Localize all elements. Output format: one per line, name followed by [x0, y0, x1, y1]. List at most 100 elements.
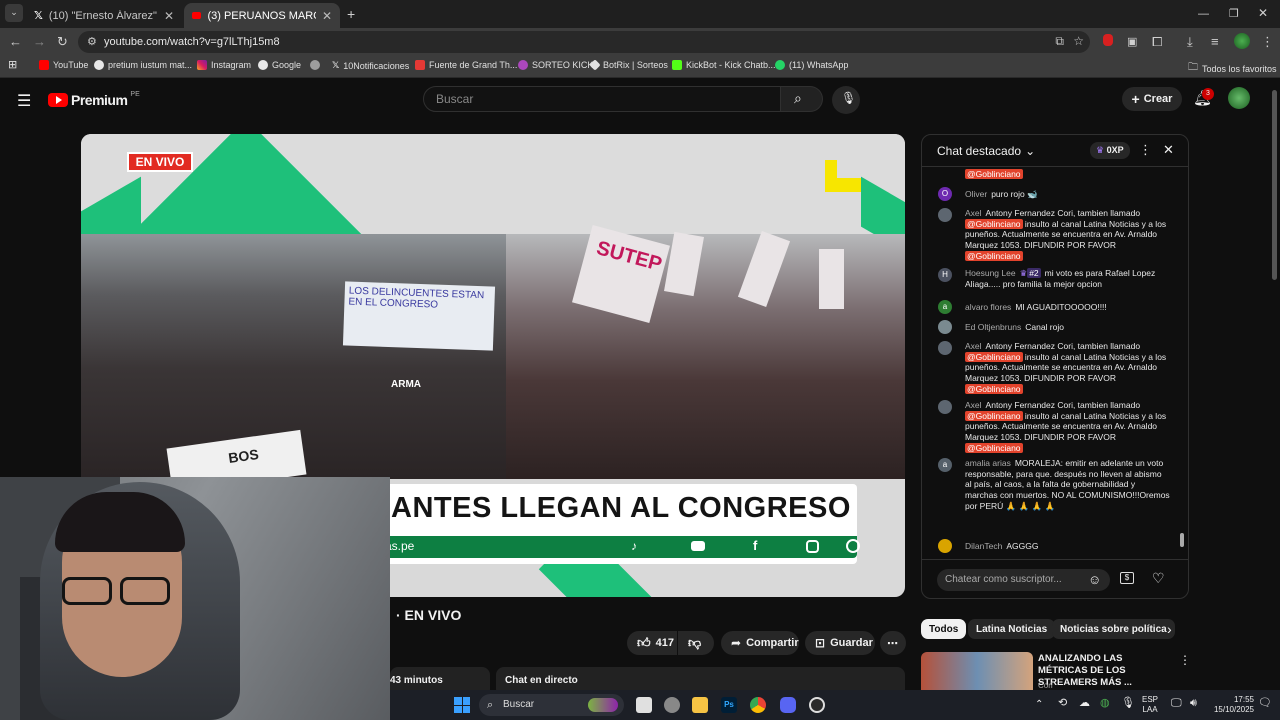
- avatar[interactable]: [938, 341, 952, 355]
- tray-app-icon[interactable]: ◍: [1100, 698, 1110, 709]
- author-name[interactable]: Ed Oltjenbruns: [965, 322, 1021, 332]
- chip-all[interactable]: Todos: [921, 619, 967, 639]
- site-info-icon[interactable]: ⚙: [87, 35, 97, 48]
- avatar[interactable]: H: [938, 268, 952, 282]
- bookmark-star-icon[interactable]: ☆: [1073, 34, 1084, 48]
- chat-mode-dropdown[interactable]: Chat destacado ⌄: [937, 144, 1035, 158]
- extension-red-icon[interactable]: [1103, 34, 1113, 50]
- chip-politics[interactable]: Noticias sobre política: [1052, 619, 1175, 639]
- avatar[interactable]: [938, 539, 952, 553]
- extension-card-icon[interactable]: ▣: [1127, 34, 1137, 50]
- reload-icon[interactable]: ↻: [57, 34, 68, 50]
- super-chat-icon[interactable]: $: [1120, 572, 1134, 584]
- recommended-title[interactable]: ANALIZANDO LAS MÉTRICAS DE LOS STREAMERS…: [1038, 653, 1168, 689]
- language-indicator[interactable]: ESP LAA: [1142, 695, 1158, 715]
- author-name[interactable]: Axel: [965, 208, 982, 218]
- avatar[interactable]: O: [938, 187, 952, 201]
- page-scrollbar-thumb[interactable]: [1272, 90, 1277, 280]
- emoji-picker-icon[interactable]: ☺: [1088, 572, 1101, 587]
- tab-search-icon[interactable]: ⌄: [5, 4, 23, 22]
- avatar[interactable]: [938, 400, 952, 414]
- share-button[interactable]: ➦ Compartir: [721, 631, 799, 655]
- minimize-icon[interactable]: —: [1198, 6, 1209, 22]
- hamburger-menu-icon[interactable]: ☰: [17, 91, 31, 111]
- scroll-thumb[interactable]: [1180, 533, 1184, 547]
- author-name[interactable]: Axel: [965, 341, 982, 351]
- windows-start-icon[interactable]: [454, 697, 470, 713]
- recommended-menu-icon[interactable]: ⋮: [1179, 653, 1191, 667]
- app-icon[interactable]: [664, 697, 680, 713]
- heart-icon[interactable]: ♡: [1152, 570, 1165, 587]
- photoshop-icon[interactable]: Ps: [721, 697, 737, 713]
- recommended-thumbnail[interactable]: [921, 652, 1033, 692]
- cloud-icon[interactable]: ☁: [1079, 698, 1090, 709]
- bookmark-globe[interactable]: [310, 60, 324, 70]
- account-avatar[interactable]: [1228, 87, 1250, 109]
- bookmark-kickbot[interactable]: KickBot - Kick Chatb...: [672, 60, 776, 70]
- tray-app-icon[interactable]: ⟲: [1058, 698, 1067, 709]
- author-name[interactable]: Axel: [965, 400, 982, 410]
- obs-icon[interactable]: [809, 697, 825, 713]
- file-explorer-icon[interactable]: [692, 697, 708, 713]
- bookmark-botrix[interactable]: BotRix | Sorteos: [589, 59, 668, 71]
- bookmark-pretium[interactable]: pretium iustum mat...: [94, 60, 192, 70]
- restore-icon[interactable]: ❐: [1229, 6, 1239, 22]
- browser-menu-icon[interactable]: ⋮: [1261, 34, 1274, 50]
- like-button[interactable]: 👍︎ 417: [627, 631, 677, 655]
- clock[interactable]: 17:55 15/10/2025: [1208, 695, 1254, 715]
- youtube-logo[interactable]: Premium PE: [48, 91, 140, 108]
- taskbar-search[interactable]: ⌕ Buscar: [479, 694, 624, 716]
- author-name[interactable]: alvaro flores: [965, 302, 1011, 312]
- network-icon[interactable]: 🖵: [1171, 698, 1182, 709]
- bookmark-grand-theft[interactable]: Fuente de Grand Th...: [415, 60, 517, 70]
- dislike-button[interactable]: 👎︎: [678, 631, 714, 655]
- forward-icon[interactable]: →: [33, 34, 46, 50]
- task-view-icon[interactable]: [636, 697, 652, 713]
- extensions-puzzle-icon[interactable]: ⧠: [1152, 34, 1162, 50]
- avatar[interactable]: [938, 320, 952, 334]
- author-name[interactable]: amalia arias: [965, 458, 1011, 468]
- recommended-channel[interactable]: Cori: [1038, 681, 1053, 690]
- voice-search-button[interactable]: 🎙︎: [832, 86, 860, 114]
- bookmark-sorteo-kick[interactable]: SORTEO KICK: [518, 60, 593, 70]
- chevron-right-icon[interactable]: ›: [1167, 621, 1172, 637]
- all-bookmarks[interactable]: 🗀 Todos los favoritos: [1188, 60, 1277, 77]
- author-name[interactable]: Oliver: [965, 189, 987, 199]
- avatar[interactable]: a: [938, 458, 952, 472]
- points-badge[interactable]: ♛ 0XP: [1090, 142, 1130, 159]
- chat-more-icon[interactable]: ⋮: [1139, 142, 1152, 158]
- microphone-icon[interactable]: 🎙︎: [1121, 698, 1135, 709]
- back-icon[interactable]: ←: [9, 34, 22, 50]
- bookmark-google[interactable]: Google: [258, 60, 301, 70]
- install-icon[interactable]: ⧉: [1055, 34, 1064, 49]
- bookmark-10notificaciones[interactable]: 𝕏 10Notificaciones: [332, 60, 409, 71]
- close-tab-icon[interactable]: ✕: [322, 9, 332, 23]
- chat-scrollbar[interactable]: [1179, 169, 1185, 553]
- author-name[interactable]: DilanTech: [965, 541, 1002, 551]
- profile-avatar[interactable]: [1234, 33, 1250, 53]
- download-icon[interactable]: ⤓: [1187, 34, 1193, 50]
- discord-icon[interactable]: [780, 697, 796, 713]
- create-button[interactable]: + Crear: [1122, 87, 1182, 111]
- author-name[interactable]: Hoesung Lee: [965, 268, 1016, 278]
- avatar[interactable]: a: [938, 300, 952, 314]
- tab-x-search[interactable]: 𝕏 (10) "Ernesto Álvarez" - Buscar / X ✕: [26, 3, 182, 28]
- save-button[interactable]: ⊡ Guardar: [805, 631, 875, 655]
- chip-latina-noticias[interactable]: Latina Noticias: [968, 619, 1056, 639]
- avatar[interactable]: [938, 208, 952, 222]
- tray-overflow-icon[interactable]: ⌃: [1035, 700, 1043, 710]
- chat-message-input[interactable]: Chatear como suscriptor...: [937, 569, 1110, 591]
- volume-icon[interactable]: 🔊︎: [1190, 698, 1197, 709]
- bookmark-youtube[interactable]: YouTube: [39, 60, 88, 70]
- close-window-icon[interactable]: ✕: [1258, 5, 1268, 21]
- tab-youtube-video[interactable]: (3) PERUANOS MARCHAN CON ✕: [184, 3, 340, 28]
- close-tab-icon[interactable]: ✕: [164, 9, 174, 23]
- search-button[interactable]: ⌕: [781, 86, 823, 112]
- notifications-icon[interactable]: 🗨: [1258, 698, 1272, 709]
- new-tab-icon[interactable]: +: [347, 6, 355, 22]
- more-actions-button[interactable]: ⋯: [880, 631, 906, 655]
- search-input[interactable]: Buscar: [423, 86, 781, 112]
- reading-list-icon[interactable]: ≡: [1211, 34, 1219, 50]
- close-chat-icon[interactable]: ✕: [1163, 142, 1174, 158]
- address-bar[interactable]: ⚙ youtube.com/watch?v=g7lLThj15m8 ⧉ ☆: [78, 31, 1090, 53]
